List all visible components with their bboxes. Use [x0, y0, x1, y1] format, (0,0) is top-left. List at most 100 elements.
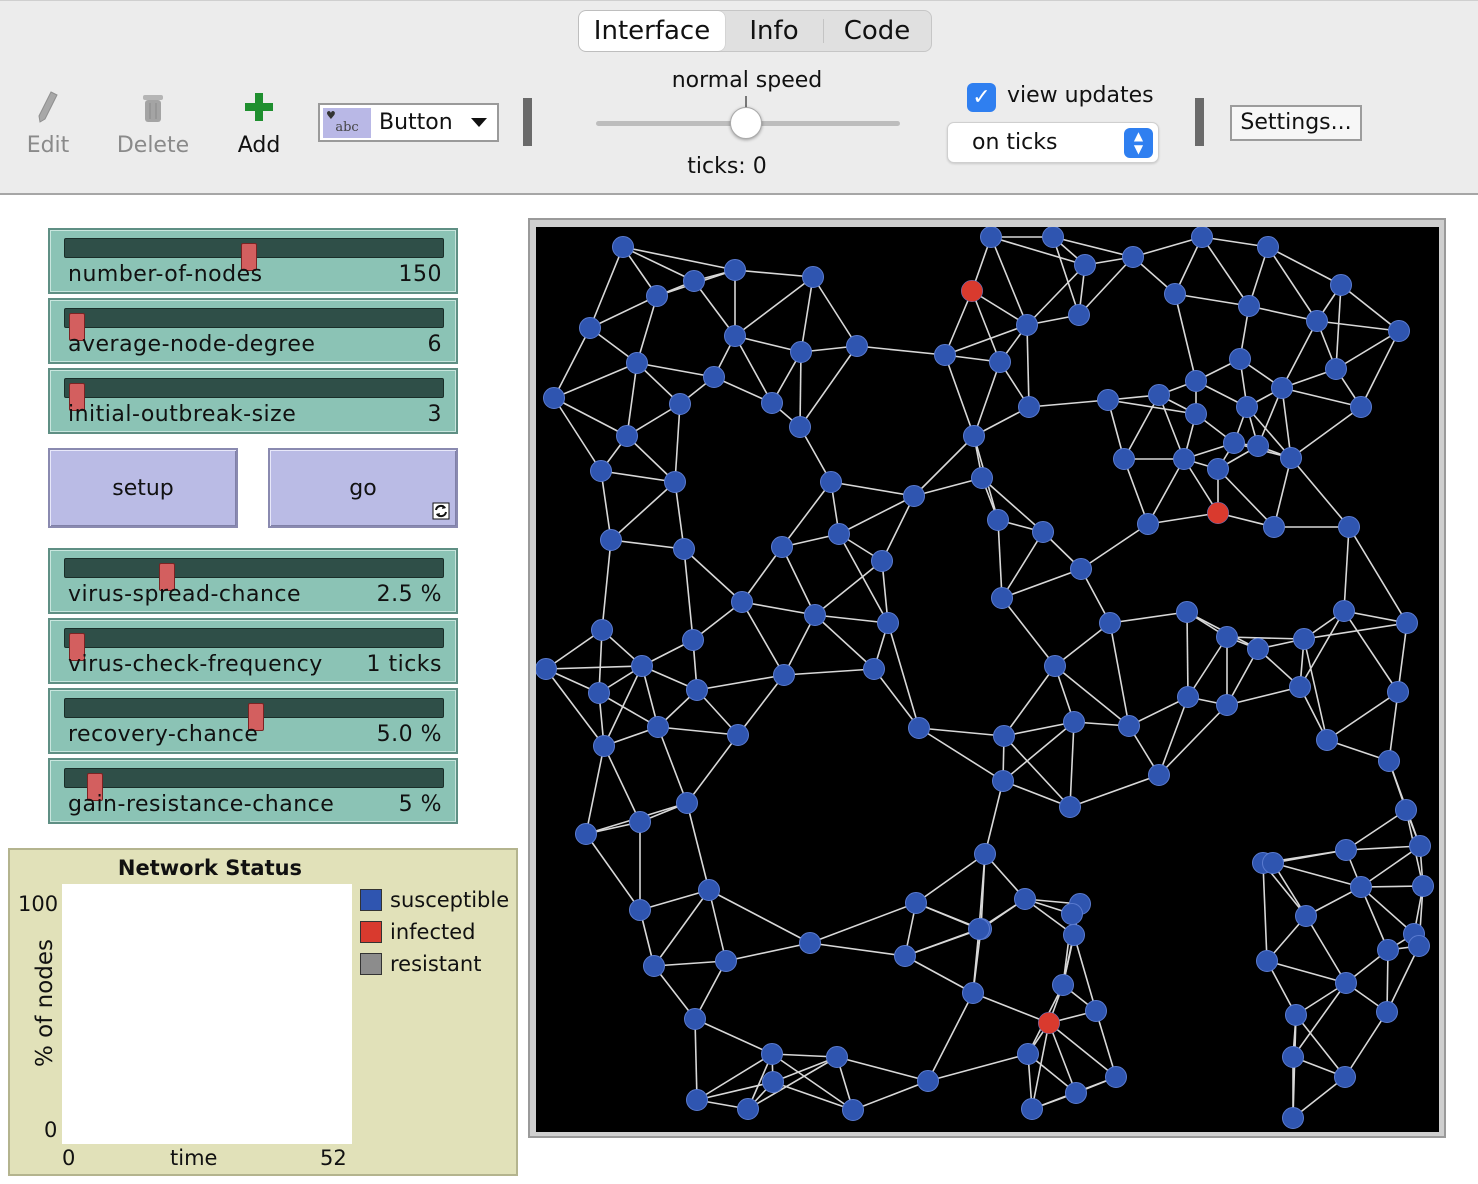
susceptible-node: [1185, 403, 1207, 425]
plot-y-min: 0: [44, 1118, 58, 1142]
susceptible-node: [1068, 304, 1090, 326]
susceptible-node: [917, 1070, 939, 1092]
network-link: [915, 853, 986, 904]
susceptible-node: [682, 629, 704, 651]
edit-button[interactable]: Edit: [3, 87, 93, 158]
susceptible-node: [1164, 283, 1186, 305]
slider-virus-check-frequency[interactable]: virus-check-frequency 1 ticks: [48, 618, 458, 684]
network-link: [913, 435, 975, 497]
slider-value: 150: [398, 262, 442, 287]
slider-track[interactable]: [64, 238, 444, 271]
tab-interface[interactable]: Interface: [579, 11, 725, 51]
speed-slider-thumb[interactable]: [730, 107, 762, 139]
slider-track[interactable]: [64, 558, 444, 591]
network-link: [971, 290, 1001, 363]
susceptible-node: [877, 612, 899, 634]
network-link: [1174, 293, 1197, 382]
susceptible-node: [799, 932, 821, 954]
slider-gain-resistance-chance[interactable]: gain-resistance-chance 5 %: [48, 758, 458, 824]
susceptible-node: [647, 716, 669, 738]
susceptible-node: [1338, 516, 1360, 538]
network-link: [812, 276, 858, 347]
network-link: [1147, 458, 1185, 525]
slider-track[interactable]: [64, 378, 444, 411]
susceptible-node: [1052, 974, 1074, 996]
network-link: [674, 403, 681, 483]
network-link: [734, 269, 814, 278]
network-link: [799, 351, 802, 428]
susceptible-node: [1099, 612, 1121, 634]
network-link: [1001, 597, 1056, 667]
slider-track[interactable]: [64, 698, 444, 731]
slider-number-of-nodes[interactable]: number-of-nodes 150: [48, 228, 458, 294]
network-link: [683, 548, 743, 603]
susceptible-node: [727, 724, 749, 746]
network-link: [772, 1081, 854, 1111]
network-link: [734, 335, 773, 404]
network-link: [1348, 526, 1408, 624]
slider-track[interactable]: [64, 768, 444, 801]
go-label: go: [349, 475, 377, 501]
network-link: [852, 1080, 929, 1111]
susceptible-node: [724, 325, 746, 347]
network-link: [1343, 526, 1350, 612]
susceptible-node: [962, 982, 984, 1004]
susceptible-node: [1330, 274, 1352, 296]
network-link: [838, 533, 889, 624]
susceptible-node: [1014, 888, 1036, 910]
susceptible-node: [963, 425, 985, 447]
infected-node: [1207, 502, 1229, 524]
susceptible-node: [593, 735, 615, 757]
view-updates-checkbox[interactable]: ✓: [967, 83, 996, 112]
susceptible-node: [826, 1046, 848, 1068]
infected-node: [1038, 1012, 1060, 1034]
tab-code[interactable]: Code: [824, 11, 930, 51]
susceptible-node: [591, 619, 613, 641]
susceptible-node: [536, 658, 557, 680]
network-link: [545, 665, 643, 670]
tab-info[interactable]: Info: [725, 11, 823, 51]
susceptible-node: [1173, 448, 1195, 470]
susceptible-node: [1148, 764, 1170, 786]
network-link: [589, 246, 624, 329]
slider-value: 6: [427, 332, 442, 357]
susceptible-node: [968, 918, 990, 940]
network-link: [553, 362, 638, 399]
network-link: [1343, 610, 1399, 693]
network-link: [997, 519, 1003, 599]
slider-label: gain-resistance-chance: [68, 792, 335, 817]
network-link: [747, 1056, 838, 1110]
widget-type-select[interactable]: ♥ abc Button: [318, 103, 499, 142]
susceptible-node: [842, 1099, 864, 1121]
network-link: [873, 668, 920, 729]
susceptible-node: [871, 550, 893, 572]
settings-button[interactable]: Settings...: [1230, 105, 1362, 141]
add-button[interactable]: Add: [214, 87, 304, 158]
delete-button[interactable]: Delete: [108, 87, 198, 158]
slider-initial-outbreak-size[interactable]: initial-outbreak-size 3: [48, 368, 458, 434]
network-link: [694, 1018, 698, 1101]
slider-virus-spread-chance[interactable]: virus-spread-chance 2.5 %: [48, 548, 458, 614]
susceptible-node: [863, 658, 885, 680]
world-view[interactable]: [536, 227, 1439, 1132]
susceptible-node: [773, 664, 795, 686]
susceptible-node: [789, 416, 811, 438]
legend-swatch: [360, 889, 382, 911]
slider-average-node-degree[interactable]: average-node-degree 6: [48, 298, 458, 364]
slider-track[interactable]: [64, 628, 444, 661]
susceptible-node: [1137, 513, 1159, 535]
susceptible-node: [1395, 799, 1417, 821]
plot-x-label: time: [170, 1146, 218, 1170]
go-button[interactable]: go: [268, 448, 458, 528]
setup-button[interactable]: setup: [48, 448, 238, 528]
widget-type-value: Button: [379, 110, 453, 135]
susceptible-node: [1387, 681, 1409, 703]
tab-bar: Interface Info Code: [578, 10, 932, 52]
susceptible-node: [1408, 935, 1430, 957]
update-mode-select[interactable]: on ticks ▲ ▼: [947, 122, 1159, 163]
susceptible-node: [1377, 939, 1399, 961]
slider-recovery-chance[interactable]: recovery-chance 5.0 %: [48, 688, 458, 754]
slider-track[interactable]: [64, 308, 444, 341]
legend-label: susceptible: [390, 888, 510, 912]
network-graph: [536, 227, 1434, 1129]
